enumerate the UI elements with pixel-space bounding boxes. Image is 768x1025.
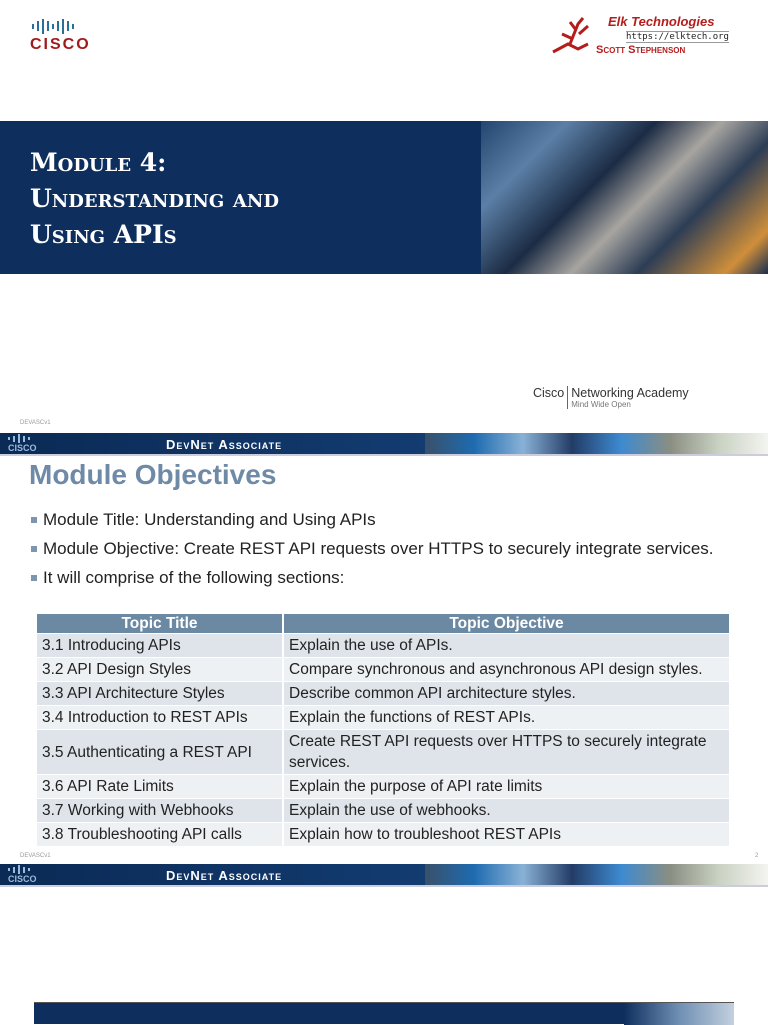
table-row: 3.5 Authenticating a REST API Create REST… (37, 729, 731, 775)
title-photo-collage (481, 121, 768, 274)
bullet-item: Module Objective: Create REST API reques… (30, 537, 740, 560)
table-row: 3.3 API Architecture Styles Describe comm… (37, 681, 731, 706)
title-band: Module 4: Understanding and Using APIs (0, 121, 768, 274)
objective-bullets: Module Title: Understanding and Using AP… (30, 508, 740, 595)
cisco-logo: CISCO (30, 18, 91, 54)
banner-photo-strip (425, 433, 768, 454)
table-row: 3.2 API Design Styles Compare synchronous… (37, 657, 731, 682)
slide-title: Module Objectives (29, 459, 277, 490)
devnet-banner: CISCO DevNet Associate (0, 433, 768, 456)
networking-academy-logo: Cisco Networking Academy Mind Wide Open (533, 386, 689, 409)
page-number: 2 (755, 853, 759, 859)
column-header: Topic Title (37, 614, 284, 634)
table-row: 3.7 Working with Webhooks Explain the use… (37, 798, 731, 823)
table-row: 3.6 API Rate Limits Explain the purpose o… (37, 774, 731, 799)
footer-code: DEVASCv1 (20, 420, 51, 426)
bullet-item: It will comprise of the following sectio… (30, 566, 740, 589)
table-row: 3.8 Troubleshooting API calls Explain how… (37, 822, 731, 846)
next-slide-title-band (34, 1002, 734, 1025)
devnet-banner: CISCO DevNet Associate (0, 864, 768, 887)
table-row: 3.4 Introduction to REST APIs Explain the… (37, 705, 731, 730)
footer-code: DEVASCv1 (20, 853, 51, 859)
cisco-bars-icon (32, 18, 91, 34)
cisco-mini-logo: CISCO (8, 434, 37, 453)
column-header: Topic Objective (283, 614, 731, 634)
banner-photo-strip (425, 864, 768, 885)
table-row: 3.1 Introducing APIs Explain the use of A… (37, 633, 731, 658)
cisco-mini-logo: CISCO (8, 865, 37, 884)
bullet-item: Module Title: Understanding and Using AP… (30, 508, 740, 531)
topics-table: Topic Title Topic Objective 3.1 Introduc… (37, 614, 731, 846)
module-title: Module 4: Understanding and Using APIs (30, 148, 279, 249)
elk-technologies-logo: Elk Technologies https://elktech.org Sco… (548, 14, 743, 58)
